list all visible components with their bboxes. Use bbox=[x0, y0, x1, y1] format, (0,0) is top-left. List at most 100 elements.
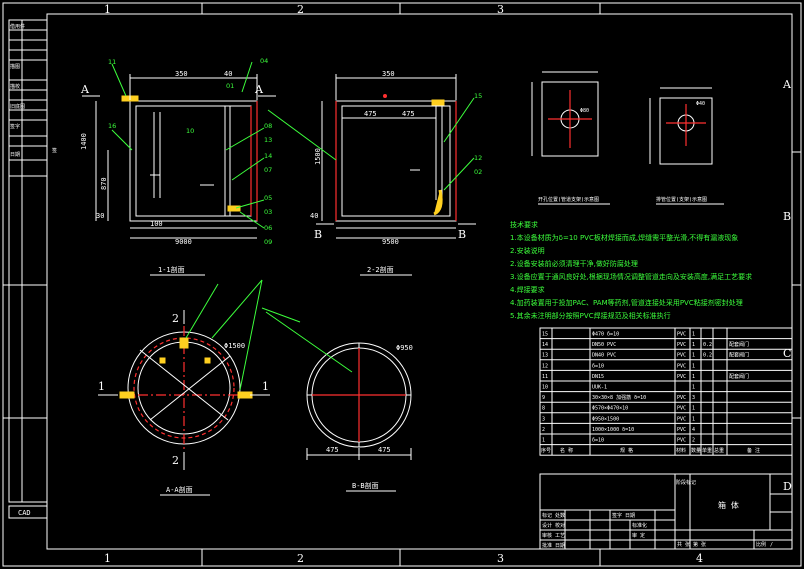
side-table: 借用件 描图 描校 旧底图 签字 日期 签 CAD bbox=[8, 19, 57, 519]
callout-12: 12 bbox=[474, 154, 482, 162]
callout-13: 13 bbox=[264, 136, 272, 144]
bom-row-spec: DN50 PVC bbox=[592, 342, 616, 348]
bom-row-no: 3 bbox=[542, 416, 545, 422]
bom-row-qty: 1 bbox=[692, 374, 695, 380]
tb-mid-2: 标准化 bbox=[632, 522, 647, 529]
dim-22-height: 1500 bbox=[314, 148, 322, 165]
bom-row-material: PVC bbox=[677, 363, 686, 369]
mark-aa-right: 1 bbox=[262, 380, 269, 393]
bom-row-qty: 4 bbox=[692, 427, 695, 433]
bom-row-spec: UUK-1 bbox=[592, 385, 607, 391]
bom-row-no: 12 bbox=[542, 363, 548, 369]
tb-scale: 比例 bbox=[756, 541, 766, 548]
tb-mid-1: 签字 日期 bbox=[612, 512, 635, 519]
dim-bb-diameter: Φ950 bbox=[396, 344, 413, 352]
mark-22-left: B bbox=[314, 228, 322, 241]
bom-header-material: 材料 bbox=[676, 447, 686, 454]
bom-row-spec: 1000×1000 δ=10 bbox=[592, 427, 634, 433]
bom-row-no: 13 bbox=[542, 353, 548, 359]
bom-row-no: 11 bbox=[542, 374, 548, 380]
bom-row-material: PVC bbox=[677, 438, 686, 444]
aa-top-pipe bbox=[179, 337, 189, 349]
tech-notes: 技术要求 1.本设备材质为δ=10 PVC板材焊接而成,焊缝需平整光滑,不得有漏… bbox=[510, 220, 752, 320]
bom-row-material: PVC bbox=[677, 332, 686, 338]
callout-15: 15 bbox=[474, 92, 482, 100]
bom-header-note: 备 注 bbox=[747, 447, 760, 454]
aa-right-pipe bbox=[237, 391, 253, 399]
bom-row-spec: Φ470 δ=10 bbox=[592, 332, 619, 338]
bom-row-material: PVC bbox=[677, 416, 686, 422]
zone-right-a: A bbox=[782, 78, 792, 91]
bend-pipe-22 bbox=[433, 189, 443, 216]
tb-sheet: 共 张 第 张 bbox=[677, 541, 706, 548]
callout-08: 08 bbox=[264, 122, 272, 130]
inlet-pipe-22 bbox=[431, 99, 445, 106]
bom-row-no: 15 bbox=[542, 332, 548, 338]
notes-line-6: 4.加药装置用于投加PAC、PAM等药剂,管道连接处采用PVC粘接剂密封处理 bbox=[510, 298, 743, 307]
bom-row-weight: 0.2 bbox=[703, 353, 712, 359]
dim-11-height: 1400 bbox=[80, 133, 88, 150]
bom-row-material: PVC bbox=[677, 427, 686, 433]
zone-bottom-1: 1 bbox=[104, 552, 111, 565]
aa-left-pipe bbox=[119, 391, 135, 399]
bom-row-material: PVC bbox=[677, 406, 686, 412]
notes-line-3: 2.设备安装前必须清理干净,做好防腐处理 bbox=[510, 259, 638, 268]
bom-row-qty: 3 bbox=[692, 395, 695, 401]
outlet-pipe-11 bbox=[227, 205, 241, 212]
zone-top-2: 2 bbox=[297, 3, 304, 16]
side-row-4: 旧底图 bbox=[10, 103, 25, 110]
bom-row-qty: 1 bbox=[692, 353, 695, 359]
side-row-6: 日期 bbox=[10, 152, 20, 158]
side-mark: 签 bbox=[52, 147, 57, 154]
section-bb-view: 475 475 Φ950 B-B剖面 bbox=[265, 311, 413, 492]
callout-14: 14 bbox=[264, 152, 272, 160]
bom-row-no: 10 bbox=[542, 385, 548, 391]
side-row-5: 签字 bbox=[10, 123, 20, 130]
tb-left-row-2: 设计 校对 bbox=[542, 522, 565, 529]
title-aa: A-A剖面 bbox=[166, 485, 193, 494]
bom-row-no: 1 bbox=[542, 438, 545, 444]
tb-left-row-4: 批准 日期 bbox=[542, 542, 565, 549]
side-row-3: 描校 bbox=[10, 83, 20, 90]
top-port-22 bbox=[383, 94, 387, 98]
zone-bottom-2: 2 bbox=[297, 552, 304, 565]
bom-row-qty: 1 bbox=[692, 416, 695, 422]
bom-row-material: PVC bbox=[677, 395, 686, 401]
dim-11-inner: 30 bbox=[96, 212, 104, 220]
title-22: 2-2剖面 bbox=[367, 265, 394, 274]
callout-11: 11 bbox=[108, 58, 116, 66]
section-22-view: 350 475 475 1500 9500 40 B B 15 12 02 2-… bbox=[267, 70, 482, 276]
dim-11-top: 350 bbox=[175, 70, 188, 78]
bom-row-no: 8 bbox=[542, 406, 545, 412]
detail-left-dim: Φ80 bbox=[580, 108, 589, 114]
bom-row-note: 配套阀门 bbox=[729, 352, 749, 359]
bom-row-note: 配套阀门 bbox=[729, 373, 749, 380]
detail-left-caption: 开孔位置(管道支架)示意图 bbox=[538, 196, 599, 203]
bom-row-qty: 2 bbox=[692, 438, 695, 444]
mark-aa-bottom: 2 bbox=[172, 454, 179, 467]
bom-header-qty: 数量 bbox=[691, 447, 701, 454]
dim-22-base: 9500 bbox=[382, 238, 399, 246]
zone-bottom-4: 4 bbox=[696, 552, 703, 565]
zone-bottom-3: 3 bbox=[497, 552, 504, 565]
dim-bb-left: 475 bbox=[326, 446, 339, 454]
bom-row-spec: Φ950×1500 bbox=[592, 416, 619, 422]
bom-header-name: 名 称 bbox=[560, 447, 573, 454]
section-11-view: 350 40 1400 870 100 9000 30 A A 11 04 01… bbox=[80, 57, 276, 276]
bom-row-no: 9 bbox=[542, 395, 545, 401]
dim-aa: Φ1500 bbox=[224, 342, 245, 350]
detail-left-view: Φ80 开孔位置(管道支架)示意图 bbox=[531, 71, 610, 205]
notes-line-2: 2.安装说明 bbox=[510, 246, 545, 255]
bom-row-weight: 0.2 bbox=[703, 342, 712, 348]
bom-row-qty: 1 bbox=[692, 385, 695, 391]
drawing-canvas: 1 2 3 1 2 3 4 A B C D 借用件 描图 描校 旧底图 签字 日… bbox=[2, 2, 802, 567]
section-aa-view: 1 1 2 2 Φ1500 A-A剖面 bbox=[98, 279, 301, 496]
notes-line-1: 1.本设备材质为δ=10 PVC板材焊接而成,焊缝需平整光滑,不得有漏液现象 bbox=[510, 233, 738, 242]
callout-01: 01 bbox=[226, 82, 234, 90]
bom-row-spec: δ=10 bbox=[592, 438, 604, 444]
dim-22-top: 350 bbox=[382, 70, 395, 78]
drawing-title: 箱 体 bbox=[718, 500, 739, 510]
bom-row-spec: DN15 bbox=[592, 374, 604, 380]
zone-right-d: D bbox=[783, 480, 792, 493]
zone-top-1: 1 bbox=[104, 3, 111, 16]
